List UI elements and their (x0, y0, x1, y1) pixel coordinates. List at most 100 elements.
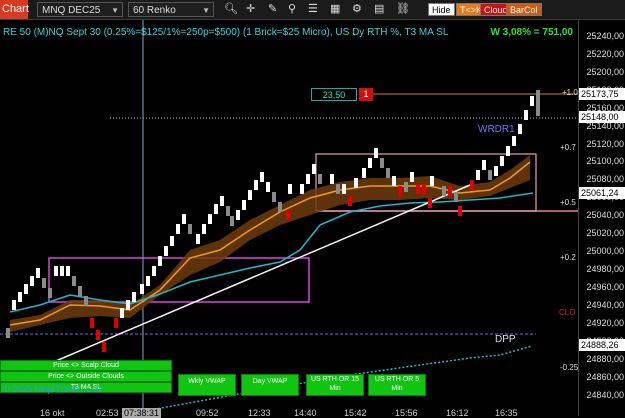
time-tick: 14:40 (294, 408, 317, 418)
order-price-box[interactable]: 23,50 (311, 88, 357, 101)
price-tick: 24980,00 (586, 264, 624, 274)
brick (164, 246, 168, 256)
brick (54, 266, 58, 276)
renko-bricks (12, 96, 534, 318)
brick (214, 204, 218, 214)
level-label: -0.25 (560, 363, 579, 372)
draw-tools-icon[interactable]: ✎ (268, 3, 277, 16)
properties-icon[interactable]: ⚙ (352, 3, 362, 16)
brick (254, 180, 258, 190)
brick (248, 190, 252, 200)
brick (176, 224, 180, 234)
templates-icon[interactable]: ▤ (374, 3, 384, 16)
price-tick: 25080,00 (586, 174, 624, 184)
brick (140, 284, 144, 294)
price-tick: 25240,00 (586, 31, 624, 41)
bar-type-selector[interactable]: 60 Renko ▼ (128, 2, 214, 17)
price-axis[interactable]: 25240,00 25220,00 25200,00 25180,00 2516… (578, 20, 625, 416)
strategies-icon[interactable]: ☰ (308, 3, 318, 16)
brick (448, 186, 452, 196)
brick (354, 178, 358, 188)
order-price: 23,50 (322, 90, 346, 100)
brick (188, 224, 192, 234)
time-tick: 16:12 (446, 408, 469, 418)
order-qty-box[interactable]: 1 (359, 88, 373, 101)
brick (380, 158, 384, 168)
brick (524, 110, 528, 120)
brick (506, 146, 510, 156)
brick (146, 276, 150, 286)
brick (300, 184, 304, 194)
chart-tab[interactable]: Chart (0, 0, 29, 19)
outside-clouds-button[interactable]: Price <> Outside Clouds (0, 371, 172, 382)
level-label: +0.2 (560, 253, 576, 262)
time-tick: 15:42 (344, 408, 367, 418)
brick (102, 342, 106, 352)
price-tick: 25200,00 (586, 67, 624, 77)
brick (202, 224, 206, 234)
brick (374, 148, 378, 158)
crosshair-icon[interactable]: ✛ (246, 3, 255, 16)
brick (470, 180, 474, 190)
brick (18, 292, 22, 302)
brick (500, 156, 504, 166)
trendline (29, 184, 471, 373)
time-tick: 12:33 (248, 408, 271, 418)
brick (242, 200, 246, 210)
link-icon[interactable]: ⛓ (396, 3, 410, 16)
brick (404, 182, 408, 192)
time-tick: 09:52 (196, 408, 219, 418)
price-tick: 25100,00 (586, 156, 624, 166)
bar-type-label: 60 Renko (133, 5, 176, 16)
brick (170, 236, 174, 246)
brick (48, 288, 52, 298)
us-rth-or-5-button[interactable]: US RTH OR 5 Min (368, 374, 426, 396)
price-tick: 24860,00 (586, 372, 624, 382)
chevron-down-icon: ▼ (202, 6, 210, 15)
brick (458, 206, 462, 216)
brick (60, 266, 64, 276)
price-tick: 25020,00 (586, 228, 624, 238)
us-rth-or-15-button[interactable]: US RTH OR 15 Min (306, 374, 364, 396)
wkly-vwap-button[interactable]: Wkly VWAP (178, 374, 236, 396)
scalp-cloud-button[interactable]: Price <> Scalp Cloud (0, 360, 172, 371)
brick (398, 186, 402, 196)
brick (12, 300, 16, 310)
brick (226, 206, 230, 216)
brick (158, 256, 162, 266)
brick (306, 174, 310, 184)
brick (236, 210, 240, 220)
level-label: +1.0 (562, 88, 578, 97)
instrument-label: MNQ DEC25 (42, 5, 101, 16)
indicators-icon[interactable]: ⚲ (288, 3, 296, 16)
strategy-header: RE 50 (M)NQ Sept 30 (0.25%=$125/1%=250p=… (3, 27, 449, 38)
hide-button[interactable]: Hide (428, 3, 455, 16)
price-chart[interactable] (0, 20, 578, 416)
price-tick: 25040,00 (586, 210, 624, 220)
instrument-selector[interactable]: MNQ DEC25 ▼ (37, 2, 123, 17)
brick (482, 160, 486, 170)
brick (152, 266, 156, 276)
price-tick: 24940,00 (586, 300, 624, 310)
brick (430, 176, 434, 186)
copyright: © 2025 NinjaTrader, LLC (3, 384, 103, 394)
brick (454, 192, 458, 202)
brick (66, 266, 70, 276)
brick (36, 268, 40, 278)
brick (422, 184, 426, 194)
brick (230, 216, 234, 226)
brick (392, 176, 396, 186)
brick (336, 184, 340, 194)
day-vwap-button[interactable]: Day VWAP (241, 374, 299, 396)
price-tick: 25120,00 (586, 139, 624, 149)
time-tick: 16:35 (495, 408, 518, 418)
clo-label: CLO (559, 308, 576, 317)
brick (196, 234, 200, 244)
time-tick: 02:53 (96, 408, 119, 418)
chart-style-icon[interactable]: ▦ (330, 3, 340, 16)
brick (278, 202, 282, 212)
brick (126, 300, 130, 310)
barcol-button[interactable]: BarCol (506, 3, 542, 16)
magnifier-icon[interactable]: 🔍︎ (224, 3, 238, 16)
wrdr-label: WRDR1 (478, 124, 515, 135)
